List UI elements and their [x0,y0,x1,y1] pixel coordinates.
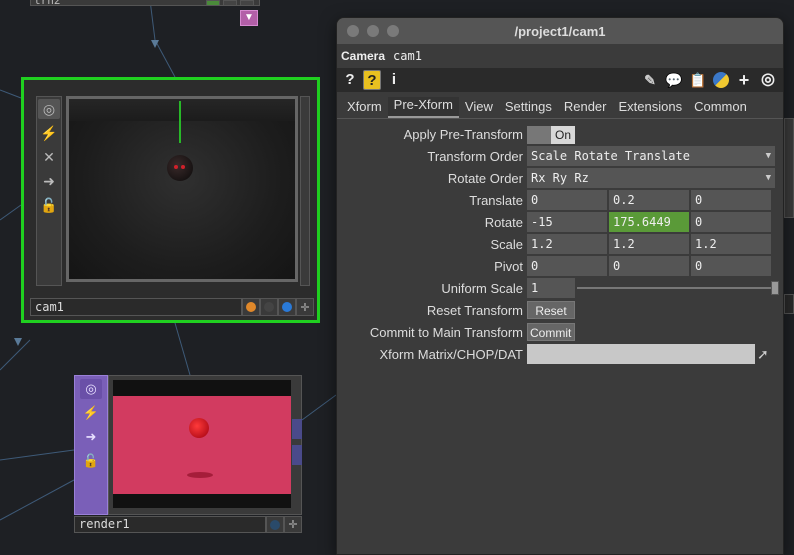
uniform-scale-field[interactable]: 1 [527,278,575,298]
top-node-label: trn2 [34,0,61,7]
reset-button[interactable]: Reset [527,301,575,319]
viewer-active-icon[interactable]: ◎ [38,99,60,119]
viewer-ball [167,155,193,181]
cam1-node-footer: cam1 ✛ [30,298,314,316]
render-ball [189,418,209,438]
render1-node-rail: ◎ ⚡ ➜ 🔓 [74,375,108,515]
lightning-icon[interactable]: ⚡ [80,403,102,423]
lock-icon[interactable]: 🔓 [38,195,60,215]
tab-view[interactable]: View [459,99,499,118]
scale-x-field[interactable]: 1.2 [527,234,607,254]
rotate-order-menu[interactable]: Rx Ry Rz [527,168,775,188]
edge-node-partial[interactable] [784,118,794,218]
display-flag[interactable] [242,298,260,316]
operator-header: Camera cam1 [337,44,783,68]
param-uniform-scale: Uniform Scale 1 [337,277,783,299]
render1-body [108,375,302,515]
cam-axis-line [179,101,181,143]
python-icon[interactable] [713,72,729,88]
param-tabs: Xform Pre-Xform View Settings Render Extensio… [337,95,783,119]
translate-y-field[interactable]: 0.2 [609,190,689,210]
arrow-right-icon[interactable]: ➜ [80,427,102,447]
param-apply-pretransform: Apply Pre-Transform On [337,123,783,145]
lightning-icon[interactable]: ⚡ [38,123,60,143]
viewer-active-icon[interactable]: ◎ [80,379,102,399]
parameter-dialog[interactable]: /project1/cam1 Camera cam1 ? ? i ✎ 💬 📋 +… [336,17,784,555]
param-transform-order: Transform Order Scale Rotate Translate [337,145,783,167]
translate-x-field[interactable]: 0 [527,190,607,210]
rotate-z-field[interactable]: 0 [691,212,771,232]
comment-icon[interactable]: 💬 [665,70,683,90]
render1-node-name[interactable]: render1 [74,516,266,533]
translate-z-field[interactable]: 0 [691,190,771,210]
cam1-viewer[interactable] [66,96,298,282]
tab-render[interactable]: Render [558,99,613,118]
param-reset-transform: Reset Transform Reset [337,299,783,321]
compass-icon[interactable]: ✛ [284,516,302,533]
tab-xform[interactable]: Xform [341,99,388,118]
pivot-y-field[interactable]: 0 [609,256,689,276]
operator-name[interactable]: cam1 [393,49,422,63]
viewer-flag[interactable] [266,516,284,533]
pencil-icon[interactable]: ✎ [641,70,659,90]
param-translate: Translate 0 0.2 0 [337,189,783,211]
pivot-x-field[interactable]: 0 [527,256,607,276]
target-icon[interactable]: ◎ [759,70,777,90]
param-list: Apply Pre-Transform On Transform Order S… [337,119,783,365]
tab-pre-xform[interactable]: Pre-Xform [387,97,459,118]
lock-icon[interactable]: 🔓 [80,451,102,471]
transform-order-menu[interactable]: Scale Rotate Translate [527,146,775,166]
cam1-node-rail: ◎ ⚡ ✕ ➜ 🔓 [36,96,62,286]
cam1-node[interactable]: ◎ ⚡ ✕ ➜ 🔓 cam1 ✛ [21,77,320,323]
top-node-flags [206,0,258,6]
pivot-z-field[interactable]: 0 [691,256,771,276]
rotate-x-field[interactable]: -15 [527,212,607,232]
param-rotate: Rotate -15 175.6449 0 [337,211,783,233]
cam1-right-rail [300,96,310,286]
scale-z-field[interactable]: 1.2 [691,234,771,254]
bypass-x-icon[interactable]: ✕ [38,147,60,167]
arrow-right-icon[interactable]: ➜ [38,171,60,191]
edge-node-partial-label[interactable] [784,294,794,314]
slider-thumb[interactable] [771,281,779,295]
scale-y-field[interactable]: 1.2 [609,234,689,254]
question-icon[interactable]: ? [341,70,359,90]
param-rotate-order: Rotate Order Rx Ry Rz [337,167,783,189]
help-icon[interactable]: ? [363,70,381,90]
drag-arrow-icon[interactable]: ➚ [757,346,769,363]
dialog-title: /project1/cam1 [514,23,606,39]
tab-common[interactable]: Common [688,99,753,118]
param-xform-matrix: Xform Matrix/CHOP/DAT ➚ [337,343,783,365]
tab-settings[interactable]: Settings [499,99,558,118]
param-scale: Scale 1.2 1.2 1.2 [337,233,783,255]
uniform-scale-slider[interactable] [577,278,779,298]
render1-connectors[interactable] [292,419,302,467]
compass-icon[interactable]: ✛ [296,298,314,316]
cam1-node-name[interactable]: cam1 [30,298,242,316]
drop-down-icon[interactable]: ▼ [240,10,258,26]
dialog-toolbar: ? ? i ✎ 💬 📋 + ◎ [337,68,783,92]
tab-extensions[interactable]: Extensions [612,99,688,118]
viewer-flag[interactable] [278,298,296,316]
render1-node-footer: render1 ✛ [74,516,302,533]
plus-icon[interactable]: + [735,70,753,90]
render-flag[interactable] [260,298,278,316]
operator-type: Camera [341,49,386,63]
apply-pretransform-toggle[interactable]: On [527,125,575,144]
clipboard-icon[interactable]: 📋 [689,70,707,90]
param-commit: Commit to Main Transform Commit [337,321,783,343]
xform-matrix-field[interactable] [527,344,755,364]
render1-node[interactable]: ◎ ⚡ ➜ 🔓 render1 ✛ [74,375,302,533]
commit-button[interactable]: Commit [527,323,575,341]
rotate-y-field[interactable]: 175.6449 [609,212,689,232]
render1-viewer[interactable] [113,380,291,508]
dialog-titlebar[interactable]: /project1/cam1 [337,18,783,44]
param-pivot: Pivot 0 0 0 [337,255,783,277]
info-icon[interactable]: i [385,70,403,90]
